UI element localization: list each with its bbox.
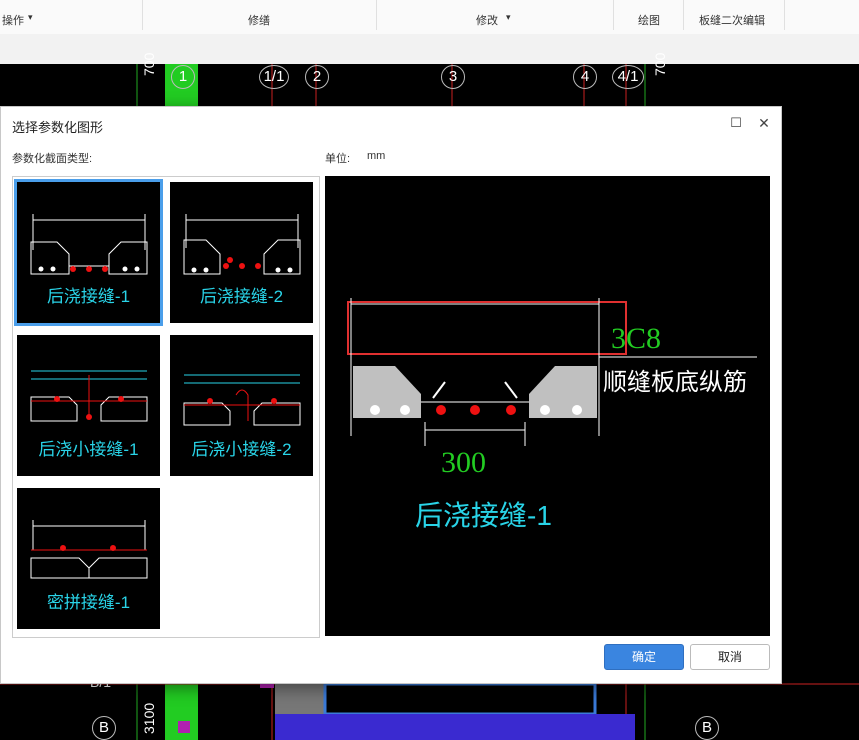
- unit-label: 单位:: [325, 153, 351, 165]
- section-preview-drawing: [347, 298, 757, 446]
- axis-label: 3: [441, 65, 465, 89]
- thumbnail-caption: 密拼接缝-1: [46, 593, 131, 612]
- thumbnail-caption: 后浇小接缝-2: [191, 440, 292, 459]
- ribbon-group-draw[interactable]: 绘图: [638, 12, 660, 28]
- dimension-label: 700: [652, 52, 668, 76]
- dimension-label: 3100: [141, 702, 157, 734]
- axis-label: 2: [305, 65, 329, 89]
- thumbnail-post-cast-seam-1[interactable]: 后浇接缝-1: [14, 179, 163, 326]
- axis-label: 1: [171, 65, 195, 89]
- close-icon[interactable]: ✕: [755, 115, 773, 132]
- ribbon-group-modify[interactable]: 修改: [476, 12, 498, 28]
- preview-shape-name: 后浇接缝-1: [415, 500, 552, 531]
- axis-label: B: [695, 716, 719, 740]
- ribbon-separator: [784, 0, 785, 30]
- dimension-label: 700: [141, 52, 157, 76]
- ribbon-separator: [683, 0, 684, 30]
- chevron-down-icon[interactable]: ▾: [28, 12, 33, 23]
- dialog-title: 选择参数化图形: [12, 120, 104, 135]
- thumbnail-caption: 后浇接缝-2: [199, 287, 284, 306]
- thumbnail-post-cast-small-seam-1[interactable]: 后浇小接缝-1: [17, 335, 160, 476]
- cancel-button[interactable]: 取消: [690, 644, 770, 670]
- ribbon-separator: [142, 0, 143, 30]
- ribbon-separator: [613, 0, 614, 30]
- ribbon-group-operate[interactable]: 操作: [2, 12, 24, 28]
- rebar-description-label: 顺缝板底纵筋: [603, 370, 747, 396]
- thumbnail-caption: 后浇小接缝-1: [38, 440, 139, 459]
- ok-button[interactable]: 确定: [604, 644, 684, 670]
- section-type-label: 参数化截面类型:: [12, 153, 93, 165]
- axis-label: B: [92, 716, 116, 740]
- chevron-down-icon[interactable]: ▾: [506, 12, 511, 23]
- axis-label: 4/1: [612, 65, 644, 89]
- ribbon-separator: [376, 0, 377, 30]
- shape-preview-panel: 3C8 顺缝板底纵筋 300 后浇接缝-1: [325, 176, 770, 636]
- ribbon-toolbar: 操作 ▾ 修缮 修改 ▾ 绘图 板缝二次编辑: [0, 0, 859, 35]
- maximize-icon[interactable]: ☐: [727, 115, 745, 131]
- ribbon-group-seam-edit[interactable]: 板缝二次编辑: [699, 12, 765, 28]
- thumbnail-post-cast-small-seam-2[interactable]: 后浇小接缝-2: [170, 335, 313, 476]
- thumbnail-post-cast-seam-2[interactable]: 后浇接缝-2: [170, 182, 313, 323]
- axis-label: 4: [573, 65, 597, 89]
- seam-width-label: 300: [441, 446, 486, 479]
- rebar-spec-label: 3C8: [611, 322, 662, 355]
- axis-label: 1/1: [259, 65, 289, 89]
- ribbon-group-repair[interactable]: 修缮: [248, 12, 270, 28]
- thumbnail-caption: 后浇接缝-1: [46, 287, 131, 306]
- unit-value: mm: [367, 150, 386, 162]
- thumbnail-tight-seam-1[interactable]: 密拼接缝-1: [17, 488, 160, 629]
